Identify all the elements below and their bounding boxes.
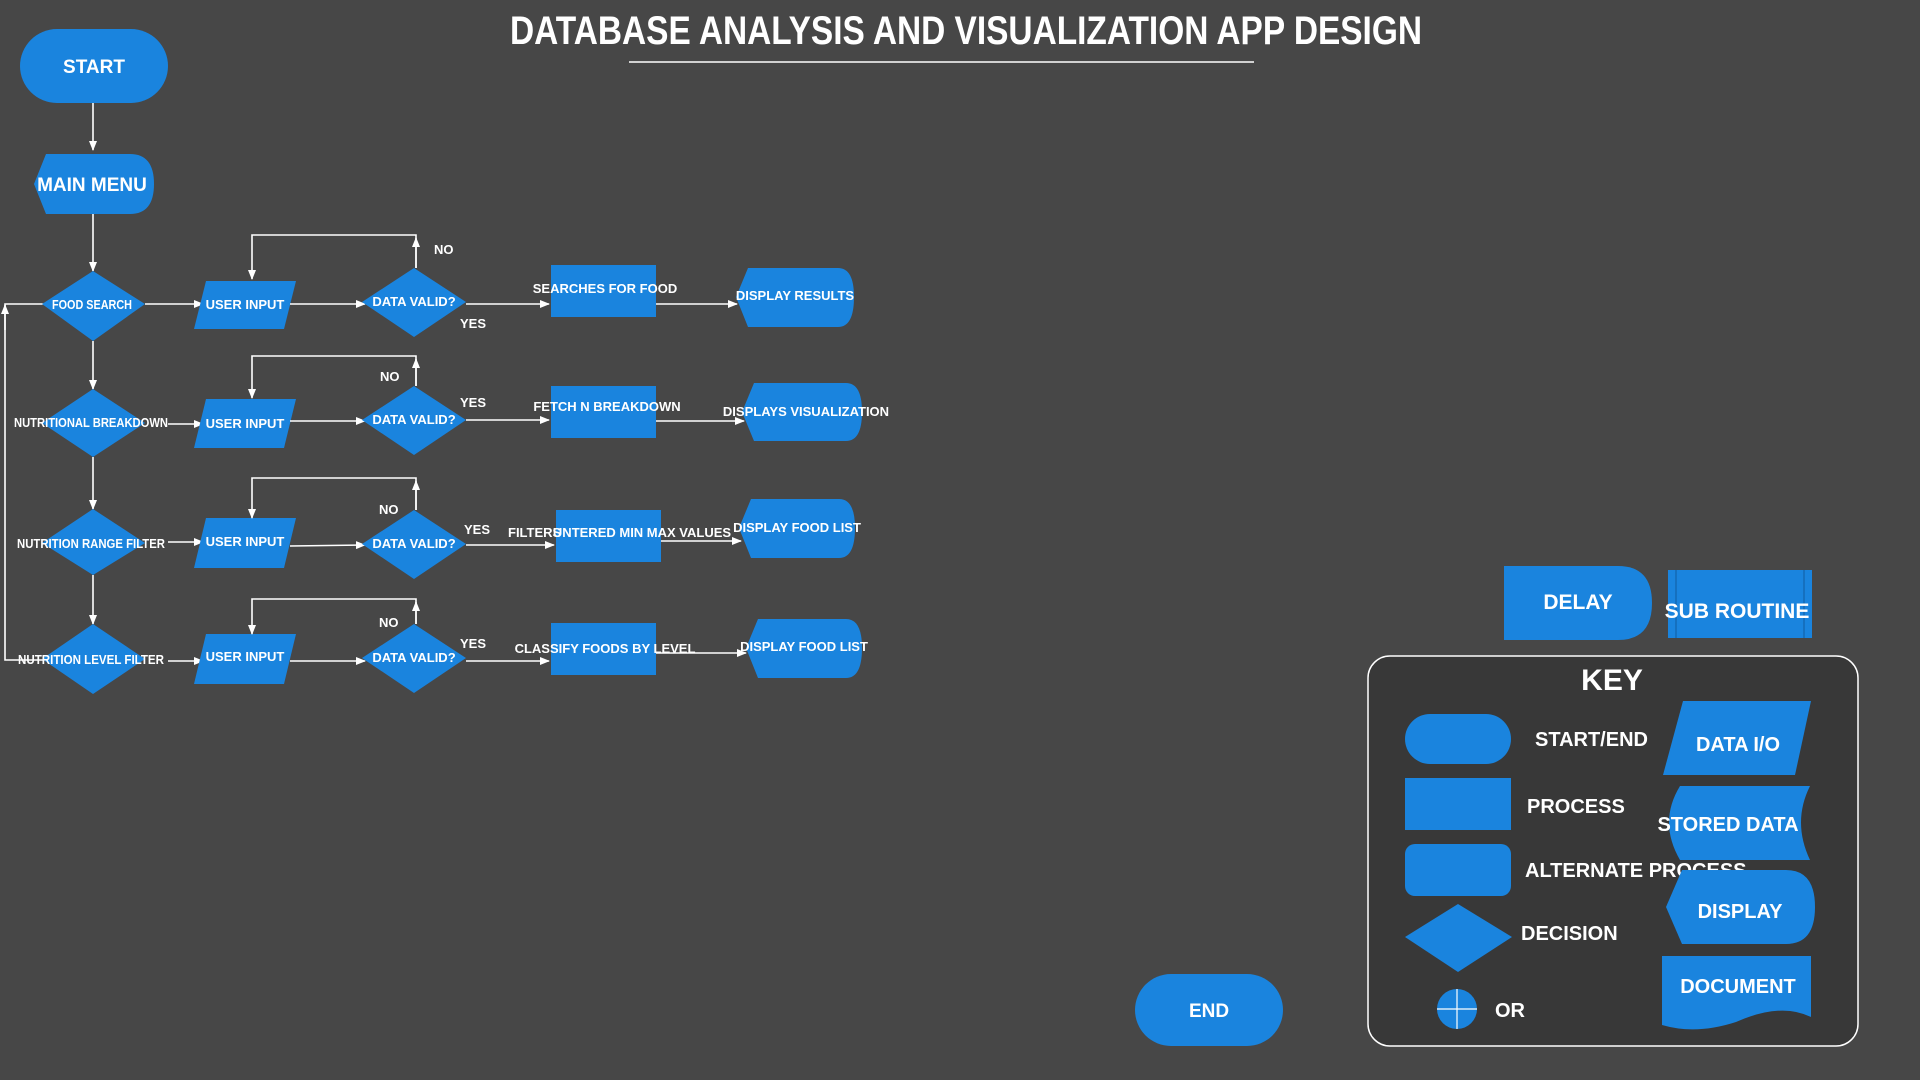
- yes-label-r4: YES: [460, 636, 486, 651]
- key-panel: KEY START/END PROCESS ALTERNATE PROCESS …: [1367, 655, 1859, 1047]
- key-decision-label: DECISION: [1521, 923, 1618, 945]
- sub-routine-shape[interactable]: SUB ROUTINE: [1665, 570, 1812, 638]
- data-valid-r2[interactable]: DATA VALID?: [362, 386, 466, 455]
- user-input-r2-label: USER INPUT: [206, 416, 285, 431]
- data-valid-r2-label: DATA VALID?: [372, 412, 455, 427]
- user-input-r3[interactable]: USER INPUT: [194, 518, 296, 568]
- user-input-r1[interactable]: USER INPUT: [194, 281, 296, 329]
- key-stored-data-symbol: STORED DATA: [1657, 786, 1810, 860]
- key-start-end-label: START/END: [1535, 729, 1648, 751]
- end-label: END: [1189, 1001, 1229, 1022]
- key-alternate-process-symbol: [1405, 844, 1511, 896]
- key-data-io-symbol: DATA I/O: [1663, 701, 1811, 775]
- sub-routine-label: SUB ROUTINE: [1665, 600, 1810, 623]
- display-food-list-r3-label: DISPLAY FOOD LIST: [733, 520, 861, 535]
- row-nutrition-range-filter: NUTRITION RANGE FILTER USER INPUT DATA V…: [17, 477, 861, 579]
- row-nutrition-level-filter: NUTRITION LEVEL FILTER USER INPUT DATA V…: [18, 598, 868, 694]
- display-results-label: DISPLAY RESULTS: [736, 288, 855, 303]
- key-process-symbol: [1405, 778, 1511, 830]
- row-nutritional-breakdown: NUTRITIONAL BREAKDOWN USER INPUT DATA VA…: [14, 355, 889, 457]
- main-menu-label: MAIN MENU: [37, 175, 147, 196]
- data-valid-r1[interactable]: DATA VALID?: [362, 268, 466, 337]
- connector-r3-input-valid: [289, 541, 366, 550]
- data-valid-r3-label: DATA VALID?: [372, 536, 455, 551]
- decision-food-search-label: FOOD SEARCH: [52, 297, 132, 312]
- decision-nutrition-level-filter-label: NUTRITION LEVEL FILTER: [18, 652, 165, 667]
- yes-label-r3: YES: [464, 522, 490, 537]
- key-or-symbol: [1437, 989, 1477, 1029]
- no-label-r2: NO: [380, 369, 400, 384]
- key-or-label: OR: [1495, 1000, 1526, 1022]
- start-label: START: [63, 57, 125, 78]
- user-input-r4-label: USER INPUT: [206, 649, 285, 664]
- data-valid-r3[interactable]: DATA VALID?: [362, 510, 466, 579]
- process-searches-for-food-label: SEARCHES FOR FOOD: [533, 281, 677, 296]
- connector-r1-no-loop: [248, 234, 417, 280]
- data-valid-r4[interactable]: DATA VALID?: [362, 624, 466, 693]
- decision-nutritional-breakdown-label: NUTRITIONAL BREAKDOWN: [14, 415, 168, 430]
- key-stored-data-label: STORED DATA: [1657, 814, 1798, 836]
- delay-shape[interactable]: DELAY: [1504, 566, 1652, 640]
- no-label-r3: NO: [379, 502, 399, 517]
- user-input-r4[interactable]: USER INPUT: [194, 634, 296, 684]
- display-food-list-r4[interactable]: DISPLAY FOOD LIST: [740, 619, 868, 678]
- delay-label: DELAY: [1543, 591, 1612, 614]
- no-label-r4: NO: [379, 615, 399, 630]
- user-input-r3-label: USER INPUT: [206, 534, 285, 549]
- display-food-list-r4-label: DISPLAY FOOD LIST: [740, 639, 868, 654]
- data-valid-r4-label: DATA VALID?: [372, 650, 455, 665]
- yes-label-r2: YES: [460, 395, 486, 410]
- display-results[interactable]: DISPLAY RESULTS: [736, 268, 855, 327]
- key-document-label: DOCUMENT: [1680, 976, 1796, 998]
- user-input-r1-label: USER INPUT: [206, 297, 285, 312]
- decision-food-search[interactable]: FOOD SEARCH: [42, 271, 145, 341]
- key-display-symbol: DISPLAY: [1666, 870, 1815, 944]
- flowchart-canvas: DATABASE ANALYSIS AND VISUALIZATION APP …: [0, 9, 1859, 1047]
- data-valid-r1-label: DATA VALID?: [372, 294, 455, 309]
- key-title: KEY: [1581, 664, 1643, 697]
- key-start-end-symbol: [1405, 714, 1511, 764]
- key-process-label: PROCESS: [1527, 796, 1625, 818]
- loop-back-line: [4, 303, 44, 661]
- main-menu-display[interactable]: MAIN MENU: [34, 154, 154, 214]
- key-data-io-label: DATA I/O: [1696, 734, 1780, 756]
- page-title: DATABASE ANALYSIS AND VISUALIZATION APP …: [510, 9, 1422, 53]
- decision-nutrition-range-filter-label: NUTRITION RANGE FILTER: [17, 536, 166, 551]
- key-display-label: DISPLAY: [1698, 901, 1784, 923]
- no-label-r1: NO: [434, 242, 454, 257]
- display-visualization-label: DISPLAYS VISUALIZATION: [723, 404, 889, 419]
- end-terminator[interactable]: END: [1135, 974, 1283, 1046]
- process-fetch-n-breakdown-label: FETCH N BREAKDOWN: [533, 399, 680, 414]
- start-terminator[interactable]: START: [20, 29, 168, 103]
- display-food-list-r3[interactable]: DISPLAY FOOD LIST: [733, 499, 861, 558]
- decision-nutritional-breakdown[interactable]: NUTRITIONAL BREAKDOWN: [14, 389, 168, 457]
- process-untered-min-max-label: UNTERED MIN MAX VALUES: [553, 525, 731, 540]
- user-input-r2[interactable]: USER INPUT: [194, 399, 296, 448]
- row-food-search: FOOD SEARCH USER INPUT DATA VALID? NO YE…: [42, 234, 855, 341]
- yes-label-r1: YES: [460, 316, 486, 331]
